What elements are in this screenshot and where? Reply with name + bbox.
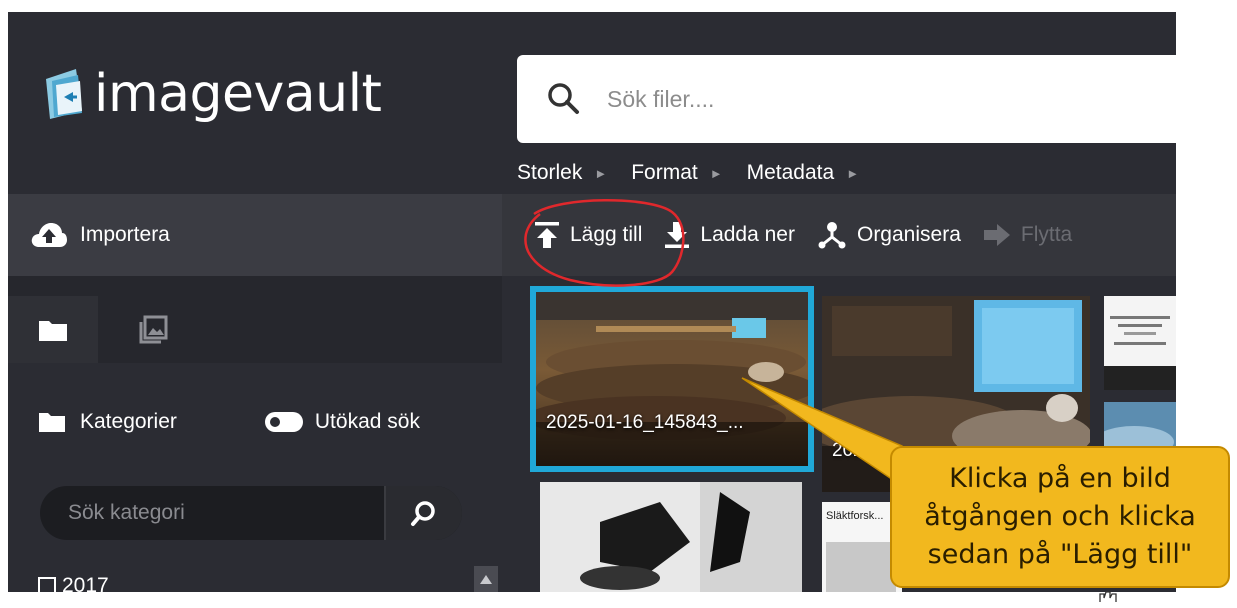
cursor-hand-icon — [1099, 591, 1117, 602]
filter-metadata[interactable]: Metadata ► — [747, 161, 859, 185]
category-checkbox[interactable] — [38, 577, 56, 592]
download-label: Ladda ner — [700, 223, 795, 246]
triangle-right-icon: ► — [594, 165, 608, 181]
instruction-callout: Klicka på en bild åtgången och klicka se… — [890, 446, 1230, 588]
tab-images[interactable] — [108, 296, 198, 363]
imagevault-logo-icon — [46, 69, 82, 119]
organize-button[interactable]: Organisera — [817, 221, 961, 249]
category-row: Kategorier Utökad sök — [8, 402, 502, 442]
sidebar: imagevault Importera Kategorier Utökad s… — [8, 12, 502, 592]
scroll-up-button[interactable] — [474, 566, 498, 592]
action-toolbar: Lägg till Ladda ner Organisera Flytta — [502, 194, 1176, 276]
category-search-button[interactable] — [384, 486, 462, 540]
category-search-input[interactable] — [40, 486, 382, 540]
organize-label: Organisera — [856, 223, 961, 246]
move-button[interactable]: Flytta — [983, 223, 1072, 247]
move-label: Flytta — [1020, 223, 1073, 246]
add-label: Lägg till — [570, 223, 643, 246]
filter-format[interactable]: Format ► — [631, 161, 722, 185]
extended-search-toggle[interactable]: Utökad sök — [264, 410, 420, 434]
logo[interactable]: imagevault — [42, 58, 382, 130]
thumbnail-image — [540, 482, 802, 592]
file-search-box — [517, 55, 1176, 143]
filter-label: Format — [631, 161, 698, 184]
filter-label: Storlek — [517, 161, 583, 184]
thumbnail-label: 2025-01-16_145843_... — [546, 412, 744, 433]
category-tree-item[interactable]: 2017 — [38, 574, 109, 592]
logo-text: imagevault — [94, 64, 382, 124]
download-icon — [665, 222, 690, 248]
thumbnail-image — [536, 292, 808, 466]
categories-label: Kategorier — [80, 410, 177, 433]
cloud-upload-icon — [31, 223, 67, 247]
sidebar-tabs — [8, 276, 502, 363]
triangle-right-icon: ► — [709, 165, 723, 181]
toggle-switch[interactable] — [264, 412, 303, 432]
search-icon — [548, 83, 579, 114]
search-icon — [411, 501, 435, 526]
category-tree-label: 2017 — [62, 574, 109, 592]
thumbnail-label: Släktforsk... — [826, 510, 884, 522]
filter-label: Metadata — [746, 161, 835, 184]
categories-button[interactable]: Kategorier — [38, 410, 177, 434]
download-button[interactable]: Ladda ner — [664, 221, 795, 249]
import-button[interactable]: Importera — [30, 221, 170, 249]
extended-search-label: Utökad sök — [314, 410, 420, 433]
triangle-right-icon: ► — [846, 165, 860, 181]
thumbnail[interactable] — [540, 482, 802, 592]
filter-bar: Storlek ► Format ► Metadata ► — [517, 158, 883, 188]
thumbnail-label: 2025 — [832, 440, 875, 461]
image-icon — [139, 315, 168, 343]
upload-icon — [535, 222, 559, 248]
thumbnail[interactable] — [1104, 296, 1176, 390]
file-search-input[interactable] — [605, 84, 1109, 114]
category-search — [40, 486, 462, 540]
folder-icon — [39, 320, 67, 341]
filter-size[interactable]: Storlek ► — [517, 161, 607, 185]
sitemap-icon — [818, 222, 846, 249]
triangle-up-icon — [480, 574, 492, 584]
tab-folders[interactable] — [8, 296, 98, 363]
arrow-right-icon — [983, 224, 1010, 246]
import-label: Importera — [80, 223, 170, 246]
thumbnail-image — [1104, 296, 1176, 390]
import-bar: Importera — [8, 194, 502, 276]
folder-icon — [39, 413, 65, 432]
thumbnail-selected[interactable]: 2025-01-16_145843_... — [530, 286, 814, 472]
add-button[interactable]: Lägg till — [534, 221, 642, 249]
